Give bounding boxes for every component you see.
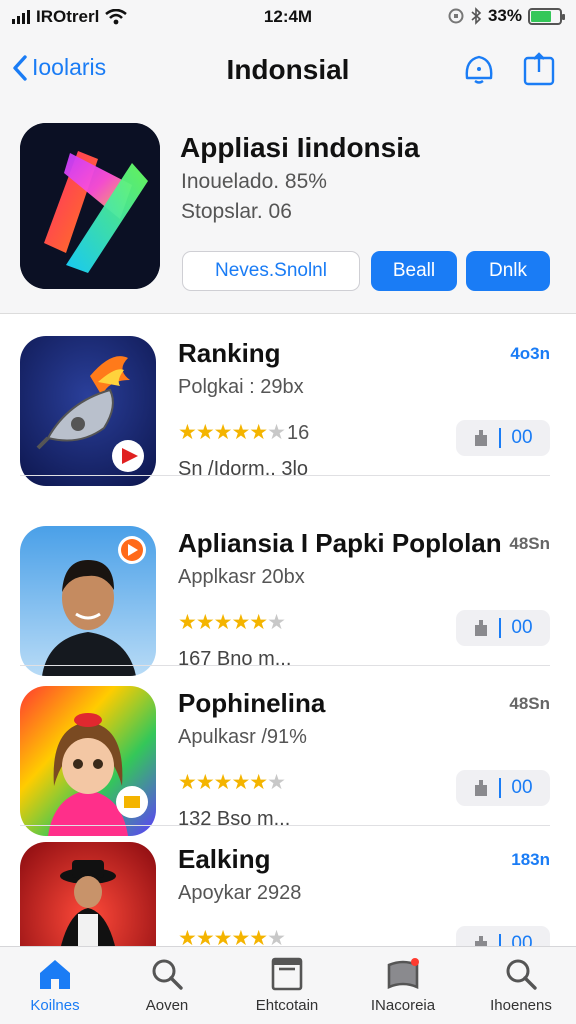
search-icon [152, 959, 183, 990]
download-icon [475, 430, 488, 446]
button-separator [499, 428, 502, 448]
book-icon [387, 958, 419, 989]
app-size: 48Sn [509, 694, 550, 713]
app-meta: Sn /Idorm.. 3lo [178, 458, 309, 480]
download-icon [475, 620, 488, 636]
status-bar: IROtrerl 12:4M 33% [0, 0, 576, 34]
rating-stars: ★★★★★★ 16 [178, 421, 310, 444]
app-subtitle: Polgkai : 29bx [178, 376, 304, 398]
app-subtitle: Apoykar 2928 [178, 882, 302, 904]
app-subtitle: Applkasr 20bx [178, 566, 305, 588]
read-button[interactable]: Beall [371, 251, 457, 291]
get-button[interactable]: 00 [456, 610, 550, 646]
news-button[interactable]: Neves.Snolnl [182, 251, 360, 291]
app-name: Apliansia I Papki Poplolan [178, 528, 502, 558]
battery-icon [528, 7, 565, 25]
tab-label: Aoven [145, 997, 189, 1014]
get-button-label: 00 [511, 777, 533, 798]
get-button[interactable]: 00 [456, 420, 550, 456]
app-icon-rocket [20, 336, 156, 486]
tab-home[interactable]: Koilnes [0, 953, 110, 1014]
navigation-bar: Ioolaris Indonsial [0, 34, 576, 106]
bluetooth-icon [471, 7, 482, 25]
featured-app-subtitle: Inouelado. 85% [181, 170, 327, 193]
status-right: 33% [448, 6, 565, 26]
app-subtitle: Apulkasr /91% [178, 726, 307, 748]
rating-count: 16 [286, 422, 310, 444]
list-item[interactable]: Ranking Polgkai : 29bx ★★★★★★ 16 Sn /Idor… [0, 316, 576, 486]
download-icon [475, 780, 488, 796]
button-separator [499, 618, 502, 638]
rating-stars: ★★★★★★ [178, 771, 286, 794]
tab-label: Ihoenens [490, 997, 552, 1014]
tab-entertainment[interactable]: Ehtcotain [232, 953, 342, 1014]
get-button-label: 00 [511, 427, 533, 448]
get-button-label: 00 [511, 617, 533, 638]
share-icon[interactable] [522, 52, 556, 86]
tab-label: Koilnes [30, 997, 80, 1014]
app-size: 48Sn [509, 534, 550, 553]
download-button[interactable]: Dnlk [466, 251, 550, 291]
app-icon-portrait [20, 526, 156, 676]
tab-label: INacoreia [370, 997, 436, 1014]
featured-app-icon[interactable] [20, 123, 160, 289]
app-icon-girl [20, 686, 156, 836]
button-separator [499, 778, 502, 798]
rating-stars: ★★★★★★ [178, 611, 286, 634]
featured-app-title: Appliasi Iindonsia [180, 132, 420, 163]
app-name: Ranking [178, 338, 281, 368]
tab-news[interactable]: INacoreia [348, 953, 458, 1014]
featured-app: Appliasi Iindonsia Inouelado. 85% Stopsl… [0, 106, 576, 314]
tab-label: Ehtcotain [255, 997, 319, 1014]
app-size: 4o3n [510, 344, 550, 363]
tab-search[interactable]: Aoven [112, 953, 222, 1014]
notification-icon[interactable] [462, 52, 496, 86]
list-item[interactable]: Apliansia I Papki Poplolan Applkasr 20bx… [0, 506, 576, 676]
featured-app-info: Stopslar. 06 [181, 200, 292, 223]
home-icon [40, 960, 70, 989]
search-icon [506, 959, 537, 990]
app-name: Pophinelina [178, 688, 326, 718]
row-divider [20, 475, 550, 476]
app-name: Ealking [178, 844, 271, 874]
list-item[interactable]: Pophinelina Apulkasr /91% ★★★★★★ 132 Bso… [0, 666, 576, 836]
get-button[interactable]: 00 [456, 770, 550, 806]
lock-rotation-icon [448, 8, 464, 24]
document-icon [271, 957, 303, 991]
tab-search-2[interactable]: Ihoenens [466, 953, 576, 1014]
tab-bar: Koilnes Aoven Ehtcotain INacoreia Ihoene… [0, 946, 576, 1024]
battery-percent: 33% [487, 6, 522, 25]
app-size: 183n [511, 850, 550, 869]
